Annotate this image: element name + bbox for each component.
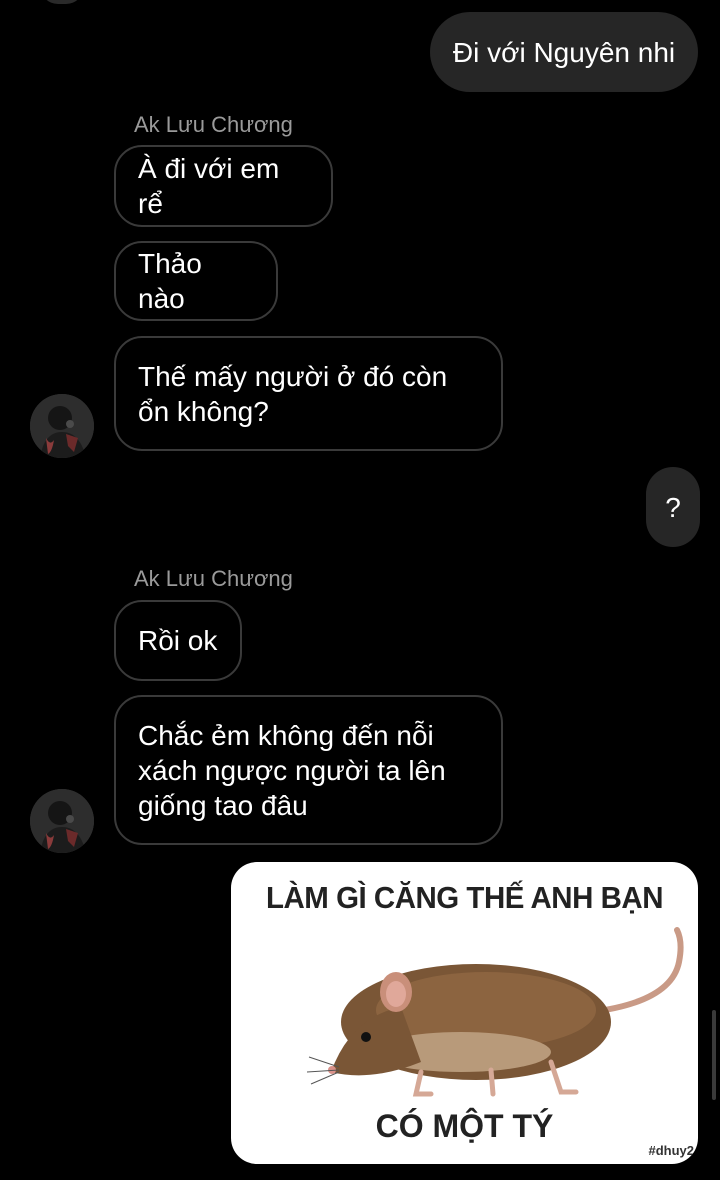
message-bubble-incoming[interactable]: Thảo nào xyxy=(114,241,278,321)
avatar[interactable] xyxy=(30,394,94,458)
chat-screen: Đi với Nguyên nhi Ak Lưu Chương À đi với… xyxy=(0,0,720,1180)
avatar-image xyxy=(30,394,94,458)
message-text: Thế mấy người ở đó còn ổn không? xyxy=(138,360,448,427)
sticker-top-text: LÀM GÌ CĂNG THẾ ANH BẠN xyxy=(265,880,663,915)
message-text: Chắc ẻm không đến nỗi xách ngược người t… xyxy=(138,719,446,821)
message-text: Đi với Nguyên nhi xyxy=(452,36,676,68)
message-bubble-incoming[interactable]: Rồi ok xyxy=(114,600,242,681)
message-text: À đi với em rể xyxy=(138,153,280,219)
sticker-bottom-text: CÓ MỘT TÝ xyxy=(375,1108,554,1144)
message-bubble-incoming[interactable]: Chắc ẻm không đến nỗi xách ngược người t… xyxy=(114,695,503,845)
sender-name: Ak Lưu Chương xyxy=(134,112,293,137)
sender-name: Ak Lưu Chương xyxy=(134,566,293,591)
rat-illustration xyxy=(306,927,684,1097)
scrollbar[interactable] xyxy=(712,1010,716,1100)
message-bubble-outgoing[interactable]: ? xyxy=(646,467,700,547)
message-bubble-outgoing[interactable]: Đi với Nguyên nhi xyxy=(430,12,698,92)
message-bubble-incoming[interactable]: Thế mấy người ở đó còn ổn không? xyxy=(114,336,503,451)
avatar-image xyxy=(30,789,94,853)
message-text: Rồi ok xyxy=(138,625,218,656)
message-bubble-incoming[interactable]: À đi với em rể xyxy=(114,145,333,227)
avatar[interactable] xyxy=(40,0,84,4)
message-text: Thảo nào xyxy=(138,248,202,314)
avatar[interactable] xyxy=(30,789,94,853)
message-text: ? xyxy=(665,491,681,523)
sticker-image[interactable]: LÀM GÌ CĂNG THẾ ANH BẠN CÓ MỘT TÝ #dhuy2 xyxy=(231,862,698,1164)
sticker-watermark: #dhuy2 xyxy=(648,1143,694,1158)
